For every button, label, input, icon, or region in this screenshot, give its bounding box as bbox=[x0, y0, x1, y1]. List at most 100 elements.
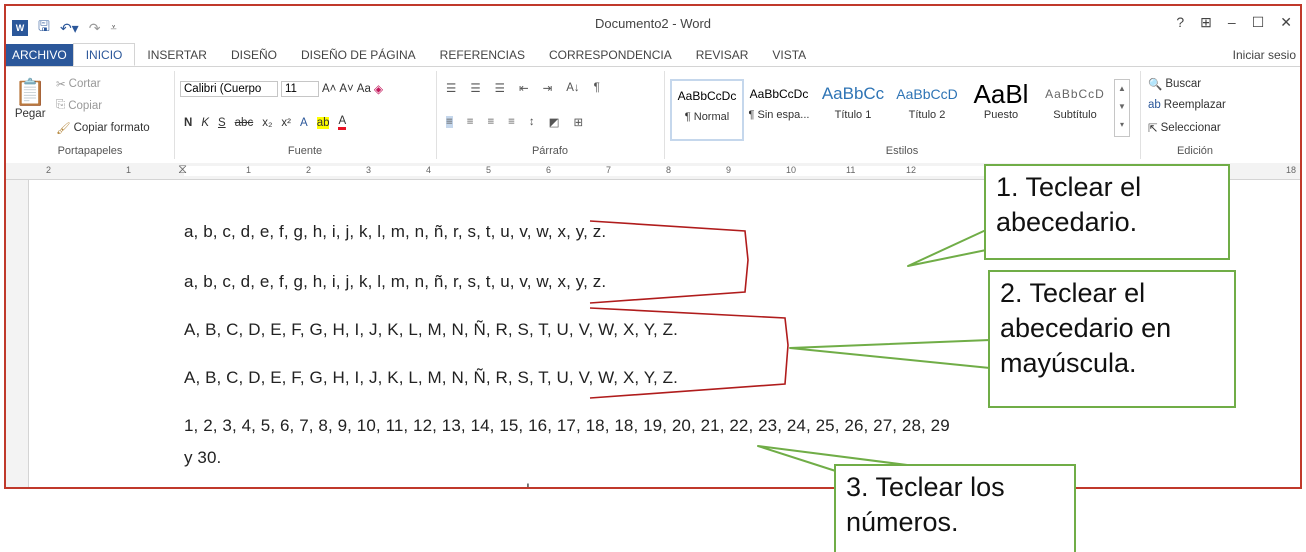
grow-font-icon[interactable]: A˄ bbox=[322, 83, 336, 95]
style-subtitle[interactable]: AaBbCcD Subtítulo bbox=[1040, 79, 1110, 137]
tab-referencias[interactable]: REFERENCIAS bbox=[428, 44, 537, 66]
ruler-number: 9 bbox=[726, 165, 732, 175]
underline-icon[interactable]: S bbox=[218, 117, 226, 129]
shading-icon[interactable]: ◩ bbox=[549, 115, 560, 129]
line-spacing-icon[interactable]: ↕ bbox=[529, 116, 535, 128]
change-case-button[interactable]: Aa bbox=[357, 83, 371, 95]
brush-icon: 🖌 bbox=[56, 123, 71, 135]
clipboard-group: 📋 Pegar ✂ Cortar ⎘ Copiar 🖌 Copiar formato … bbox=[6, 71, 175, 159]
select-button[interactable]: ⇱ Seleccionar bbox=[1148, 121, 1221, 135]
help-icon[interactable]: ? bbox=[1176, 14, 1184, 31]
replace-button[interactable]: ab Reemplazar bbox=[1148, 99, 1226, 111]
ribbon-tabs: ARCHIVO INICIO INSERTAR DISEÑO DISEÑO DE… bbox=[6, 43, 1300, 66]
tab-revisar[interactable]: REVISAR bbox=[684, 44, 761, 66]
callout-1: 1. Teclear el abecedario. bbox=[984, 164, 1230, 260]
format-painter-button[interactable]: 🖌 Copiar formato bbox=[56, 121, 150, 135]
find-button[interactable]: 🔍 Buscar bbox=[1148, 77, 1201, 91]
clipboard-icon: 📋 bbox=[14, 77, 47, 107]
sort-icon[interactable]: A↓ bbox=[566, 82, 579, 94]
clear-format-icon[interactable]: ◈ bbox=[374, 82, 383, 96]
tab-vista[interactable]: VISTA bbox=[760, 44, 818, 66]
ribbon-display-icon[interactable]: ⊞ bbox=[1200, 14, 1212, 31]
ruler-number: 1 bbox=[126, 165, 132, 175]
callout-2-line-1: 2. Teclear el bbox=[1000, 278, 1146, 308]
style-title[interactable]: AaBl Puesto bbox=[966, 79, 1036, 137]
doc-line-uppercase-1[interactable]: A, B, C, D, E, F, G, H, I, J, K, L, M, N… bbox=[184, 320, 678, 340]
minimize-button[interactable]: – bbox=[1228, 14, 1236, 31]
ruler-number: 12 bbox=[906, 165, 917, 175]
indent-marker-icon[interactable]: ⧖ bbox=[178, 161, 187, 177]
show-marks-icon[interactable]: ¶ bbox=[594, 82, 600, 94]
tab-insertar[interactable]: INSERTAR bbox=[135, 44, 219, 66]
superscript-icon[interactable]: x² bbox=[281, 117, 291, 129]
doc-line-lowercase-1[interactable]: a, b, c, d, e, f, g, h, i, j, k, l, m, n… bbox=[184, 222, 606, 242]
ruler-number: 2 bbox=[306, 165, 312, 175]
ruler-number: 1 bbox=[246, 165, 252, 175]
vertical-ruler[interactable] bbox=[6, 180, 29, 487]
tab-inicio[interactable]: INICIO bbox=[72, 43, 136, 66]
multilevel-list-icon[interactable]: ☰ bbox=[495, 81, 505, 95]
font-group: Calibri (Cuerpo 11 A˄ A˅ Aa ◈ N K S abc … bbox=[174, 71, 437, 159]
styles-scroll[interactable]: ▲ ▼ ▾ bbox=[1114, 79, 1130, 137]
italic-icon[interactable]: K bbox=[201, 117, 209, 129]
font-size-select[interactable]: 11 bbox=[281, 81, 319, 97]
paragraph-row-1: ☰ ☰ ☰ ⇤ ⇥ A↓ ¶ bbox=[446, 81, 600, 95]
ruler-number: 7 bbox=[606, 165, 612, 175]
font-row-1: Calibri (Cuerpo 11 A˄ A˅ Aa ◈ bbox=[180, 81, 383, 97]
style-heading-1[interactable]: AaBbCc Título 1 bbox=[818, 79, 888, 137]
increase-indent-icon[interactable]: ⇥ bbox=[543, 81, 553, 95]
justify-icon[interactable]: ≡ bbox=[508, 116, 515, 128]
callout-3-line-1: 3. Teclear los bbox=[846, 472, 1005, 502]
callout-3-line-2: números. bbox=[846, 507, 959, 537]
strikethrough-icon[interactable]: abc bbox=[235, 117, 254, 129]
binoculars-icon: 🔍 bbox=[1148, 79, 1163, 91]
callout-2-line-2: abecedario en bbox=[1000, 313, 1172, 343]
doc-line-lowercase-2[interactable]: a, b, c, d, e, f, g, h, i, j, k, l, m, n… bbox=[184, 272, 606, 292]
subscript-icon[interactable]: x₂ bbox=[262, 117, 272, 129]
font-group-label: Fuente bbox=[287, 145, 323, 157]
align-left-icon[interactable]: ≡ bbox=[446, 116, 453, 128]
document-title: Documento2 - Word bbox=[594, 16, 712, 31]
highlight-icon[interactable]: ab bbox=[316, 116, 330, 129]
styles-group: AaBbCcDc ¶ Normal AaBbCcDc ¶ Sin espa...… bbox=[664, 71, 1141, 159]
tab-archivo[interactable]: ARCHIVO bbox=[6, 44, 73, 66]
doc-line-numbers-end[interactable]: y 30. bbox=[184, 448, 221, 468]
tab-diseno[interactable]: DISEÑO bbox=[219, 44, 289, 66]
tab-diseno-pagina[interactable]: DISEÑO DE PÁGINA bbox=[289, 44, 428, 66]
editing-group: 🔍 Buscar ab Reemplazar ⇱ Seleccionar Edició… bbox=[1140, 71, 1250, 159]
ruler-number: 4 bbox=[426, 165, 432, 175]
sign-in-link[interactable]: Iniciar sesio bbox=[1233, 48, 1296, 62]
style-normal[interactable]: AaBbCcDc ¶ Normal bbox=[670, 79, 744, 141]
doc-line-numbers[interactable]: 1, 2, 3, 4, 5, 6, 7, 8, 9, 10, 11, 12, 1… bbox=[184, 416, 950, 436]
paste-button[interactable]: 📋 Pegar bbox=[14, 77, 46, 120]
doc-line-uppercase-2[interactable]: A, B, C, D, E, F, G, H, I, J, K, L, M, N… bbox=[184, 368, 678, 388]
copy-button[interactable]: ⎘ Copiar bbox=[56, 99, 102, 112]
paragraph-row-2: ≡ ≡ ≡ ≡ ↕ ◩ ⊞ bbox=[446, 115, 583, 129]
style-heading-2[interactable]: AaBbCcD Título 2 bbox=[892, 79, 962, 137]
align-center-icon[interactable]: ≡ bbox=[467, 116, 474, 128]
font-color-icon[interactable]: A bbox=[338, 115, 347, 130]
paragraph-group-label: Párrafo bbox=[531, 145, 569, 157]
shrink-font-icon[interactable]: A˅ bbox=[339, 83, 353, 95]
ribbon: 📋 Pegar ✂ Cortar ⎘ Copiar 🖌 Copiar formato … bbox=[6, 66, 1300, 164]
callout-2: 2. Teclear el abecedario en mayúscula. bbox=[988, 270, 1236, 408]
align-right-icon[interactable]: ≡ bbox=[487, 116, 494, 128]
bold-icon[interactable]: N bbox=[184, 117, 192, 129]
cut-button[interactable]: ✂ Cortar bbox=[56, 77, 101, 91]
maximize-button[interactable]: ☐ bbox=[1252, 14, 1265, 31]
style-no-spacing[interactable]: AaBbCcDc ¶ Sin espa... bbox=[744, 79, 814, 137]
title-bar: W 🖫 ↶▾ ↷ ⩡ Documento2 - Word ? ⊞ – ☐ ✕ bbox=[6, 6, 1300, 44]
borders-icon[interactable]: ⊞ bbox=[574, 115, 584, 129]
tab-correspondencia[interactable]: CORRESPONDENCIA bbox=[537, 44, 684, 66]
text-effects-icon[interactable]: A bbox=[300, 117, 308, 129]
decrease-indent-icon[interactable]: ⇤ bbox=[519, 81, 529, 95]
font-name-select[interactable]: Calibri (Cuerpo bbox=[180, 81, 278, 97]
numbering-icon[interactable]: ☰ bbox=[470, 81, 480, 95]
ruler-number: 8 bbox=[666, 165, 672, 175]
close-button[interactable]: ✕ bbox=[1280, 14, 1292, 31]
copy-icon: ⎘ bbox=[56, 99, 66, 111]
window-controls: ? ⊞ – ☐ ✕ bbox=[1176, 14, 1292, 31]
text-cursor-icon: I bbox=[526, 480, 530, 489]
editing-group-label: Edición bbox=[1176, 145, 1214, 157]
bullets-icon[interactable]: ☰ bbox=[446, 81, 456, 95]
